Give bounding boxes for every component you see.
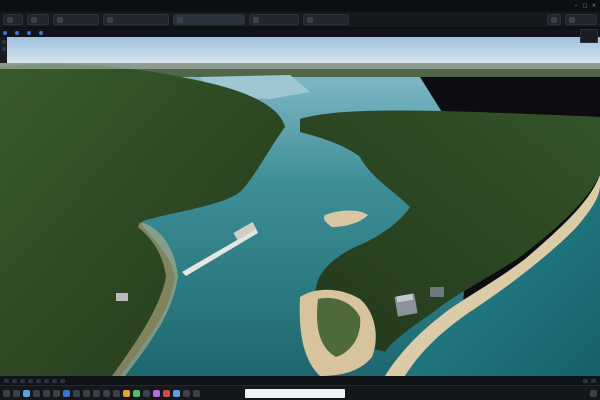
toolbar-button-right[interactable]: [547, 14, 561, 25]
dot-icon: [15, 30, 19, 35]
toolbar: [0, 12, 600, 28]
app-window: – □ ×: [0, 0, 600, 400]
minimize-icon[interactable]: –: [573, 3, 579, 9]
taskbar-icon[interactable]: [73, 389, 80, 397]
toolbar-button[interactable]: [103, 14, 169, 25]
toolbar-icon: [177, 16, 183, 23]
status-icon[interactable]: [12, 378, 17, 383]
toolbar-icon: [7, 16, 13, 23]
status-icon[interactable]: [52, 378, 57, 383]
strip-item[interactable]: [15, 30, 21, 35]
toolbar-button[interactable]: [173, 14, 245, 25]
dot-icon: [3, 30, 7, 35]
taskbar: [0, 385, 600, 400]
toolbar-button[interactable]: [249, 14, 299, 25]
dot-icon: [27, 30, 31, 35]
dot-icon: [39, 30, 43, 35]
image-viewport[interactable]: [0, 37, 600, 376]
status-icon[interactable]: [44, 378, 49, 383]
taskbar-icon[interactable]: [93, 389, 100, 397]
taskbar-search-input[interactable]: [245, 388, 345, 398]
taskbar-icon[interactable]: [43, 389, 50, 397]
horizon-haze: [0, 63, 600, 69]
toolbar-icon: [253, 16, 259, 23]
aerial-lake-image: [0, 37, 600, 376]
toolbar-button[interactable]: [3, 14, 23, 25]
building: [430, 287, 444, 297]
taskbar-icon[interactable]: [153, 389, 160, 397]
taskbar-icon[interactable]: [103, 389, 110, 397]
window-controls: – □ ×: [573, 3, 600, 9]
strip-item[interactable]: [3, 30, 9, 35]
taskbar-icon[interactable]: [133, 389, 140, 397]
status-bar: [0, 376, 600, 385]
status-icon[interactable]: [583, 378, 588, 383]
toolbar-button-right[interactable]: [565, 14, 597, 25]
toolbar-button[interactable]: [53, 14, 99, 25]
maximize-icon[interactable]: □: [582, 3, 588, 9]
left-tool-rail: [0, 37, 7, 63]
taskbar-icon[interactable]: [63, 389, 70, 397]
start-icon[interactable]: [3, 389, 10, 397]
status-icon[interactable]: [36, 378, 41, 383]
toolbar-icon: [307, 16, 313, 23]
taskbar-icon[interactable]: [163, 389, 170, 397]
taskbar-icon[interactable]: [123, 389, 130, 397]
options-strip: [0, 28, 600, 37]
taskbar-icon[interactable]: [83, 389, 90, 397]
building: [116, 293, 128, 301]
taskbar-icon[interactable]: [143, 389, 150, 397]
status-icon[interactable]: [591, 378, 596, 383]
taskbar-icon[interactable]: [113, 389, 120, 397]
taskbar-icon[interactable]: [173, 389, 180, 397]
taskbar-icon[interactable]: [53, 389, 60, 397]
sky: [0, 37, 600, 67]
rail-icon[interactable]: [1, 40, 6, 44]
strip-item[interactable]: [39, 30, 45, 35]
toolbar-icon: [57, 16, 63, 23]
panel-toggle-button[interactable]: [580, 29, 598, 43]
taskbar-icon[interactable]: [193, 389, 200, 397]
toolbar-button[interactable]: [303, 14, 349, 25]
taskbar-icon[interactable]: [23, 389, 30, 397]
strip-item[interactable]: [27, 30, 33, 35]
taskbar-icon[interactable]: [33, 389, 40, 397]
menu-bar: – □ ×: [0, 0, 600, 12]
taskbar-icon[interactable]: [13, 389, 20, 397]
toolbar-icon: [551, 16, 557, 23]
rail-icon[interactable]: [1, 47, 6, 51]
toolbar-icon: [31, 16, 37, 23]
taskbar-icon[interactable]: [183, 389, 190, 397]
toolbar-icon: [107, 16, 113, 23]
close-icon[interactable]: ×: [591, 3, 597, 9]
status-icon[interactable]: [60, 378, 65, 383]
status-icon[interactable]: [28, 378, 33, 383]
tray-icon[interactable]: [590, 389, 597, 397]
status-icon[interactable]: [20, 378, 25, 383]
status-icon[interactable]: [4, 378, 9, 383]
toolbar-button[interactable]: [27, 14, 49, 25]
toolbar-icon: [569, 16, 575, 23]
